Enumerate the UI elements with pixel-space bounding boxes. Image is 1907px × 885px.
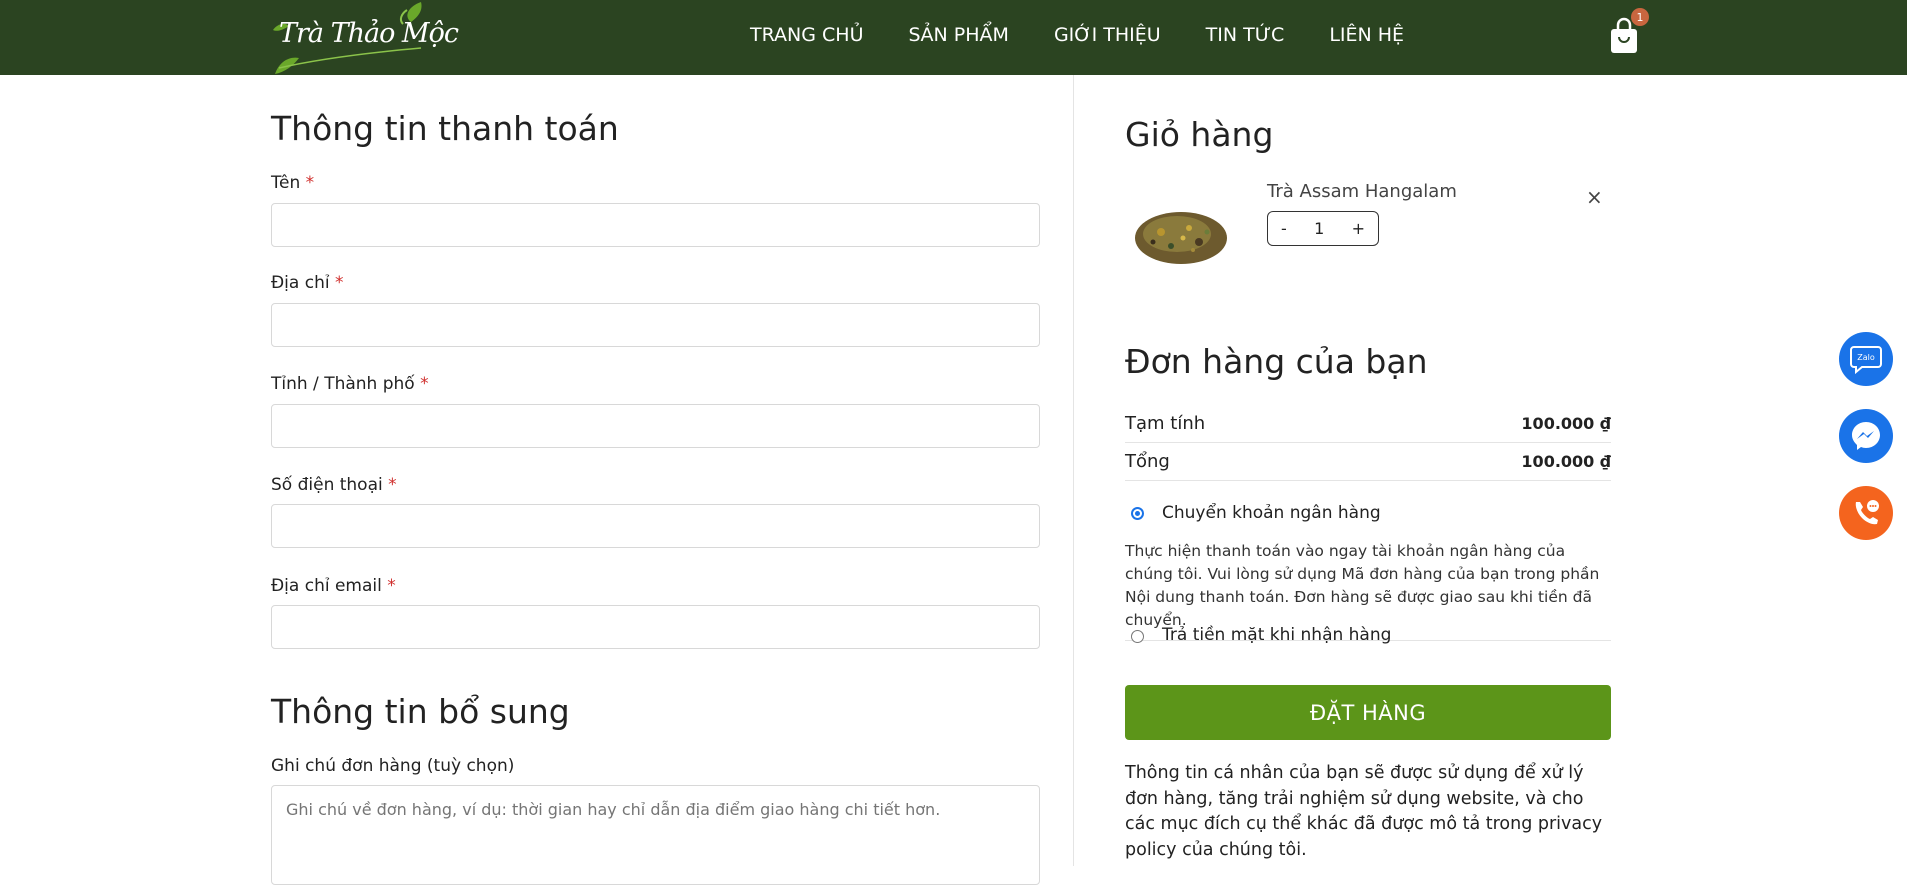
- nav-products[interactable]: SẢN PHẨM: [908, 24, 1008, 46]
- bank-transfer-label[interactable]: Chuyển khoản ngân hàng: [1162, 503, 1381, 523]
- messenger-button[interactable]: [1839, 409, 1893, 463]
- logo-text: Trà Thảo Mộc: [279, 18, 459, 49]
- email-field[interactable]: [271, 605, 1040, 649]
- nav-news[interactable]: TIN TỨC: [1206, 24, 1285, 46]
- cart-item-name[interactable]: Trà Assam Hangalam: [1267, 181, 1457, 202]
- email-label: Địa chỉ email *: [271, 576, 396, 596]
- notes-label: Ghi chú đơn hàng (tuỳ chọn): [271, 756, 515, 776]
- subtotal-label: Tạm tính: [1125, 413, 1206, 434]
- bank-transfer-radio[interactable]: [1131, 507, 1144, 520]
- phone-field[interactable]: [271, 504, 1040, 548]
- phone-button[interactable]: [1839, 486, 1893, 540]
- total-label: Tổng: [1125, 451, 1170, 472]
- extra-info-title: Thông tin bổ sung: [271, 692, 570, 731]
- billing-title: Thông tin thanh toán: [271, 109, 619, 148]
- privacy-notice: Thông tin cá nhân của bạn sẽ được sử dụn…: [1125, 763, 1603, 860]
- address-field[interactable]: [271, 303, 1040, 347]
- remove-item-icon[interactable]: ×: [1586, 185, 1603, 209]
- messenger-icon: [1852, 422, 1880, 450]
- cart-title: Giỏ hàng: [1125, 115, 1274, 154]
- cart-count-badge: 1: [1631, 8, 1649, 26]
- city-field[interactable]: [271, 404, 1040, 448]
- cod-radio[interactable]: [1131, 630, 1144, 643]
- phone-label: Số điện thoại *: [271, 475, 397, 495]
- name-field[interactable]: [271, 203, 1040, 247]
- subtotal-value: 100.000 ₫: [1521, 414, 1611, 433]
- cod-label[interactable]: Trả tiền mặt khi nhận hàng: [1162, 625, 1391, 645]
- zalo-button[interactable]: Zalo: [1839, 332, 1893, 386]
- nav-home[interactable]: TRANG CHỦ: [750, 24, 863, 46]
- address-label: Địa chỉ *: [271, 273, 344, 293]
- city-label: Tỉnh / Thành phố *: [271, 374, 429, 394]
- product-thumbnail[interactable]: [1131, 192, 1231, 272]
- total-row: Tổng 100.000 ₫: [1125, 443, 1611, 481]
- total-value: 100.000 ₫: [1521, 452, 1611, 471]
- nav-contact[interactable]: LIÊN HỆ: [1329, 24, 1404, 46]
- place-order-button[interactable]: ĐẶT HÀNG: [1125, 685, 1611, 740]
- phone-icon: [1855, 500, 1879, 525]
- svg-text:Zalo: Zalo: [1857, 353, 1875, 362]
- quantity-stepper: - 1 +: [1267, 211, 1379, 246]
- site-logo[interactable]: Trà Thảo Mộc: [271, 0, 459, 75]
- subtotal-row: Tạm tính 100.000 ₫: [1125, 405, 1611, 443]
- qty-plus-button[interactable]: +: [1352, 219, 1365, 238]
- qty-minus-button[interactable]: -: [1281, 219, 1287, 238]
- qty-value[interactable]: 1: [1314, 219, 1324, 238]
- nav-about[interactable]: GIỚI THIỆU: [1054, 24, 1161, 46]
- order-notes-textarea[interactable]: [271, 785, 1040, 885]
- column-divider: [1073, 75, 1074, 866]
- name-label: Tên *: [271, 173, 315, 193]
- main-nav: TRANG CHỦ SẢN PHẨM GIỚI THIỆU TIN TỨC LI…: [750, 0, 1449, 70]
- site-header: Trà Thảo Mộc TRANG CHỦ SẢN PHẨM GIỚI THI…: [0, 0, 1907, 75]
- zalo-icon: Zalo: [1850, 346, 1882, 374]
- order-title: Đơn hàng của bạn: [1125, 342, 1428, 381]
